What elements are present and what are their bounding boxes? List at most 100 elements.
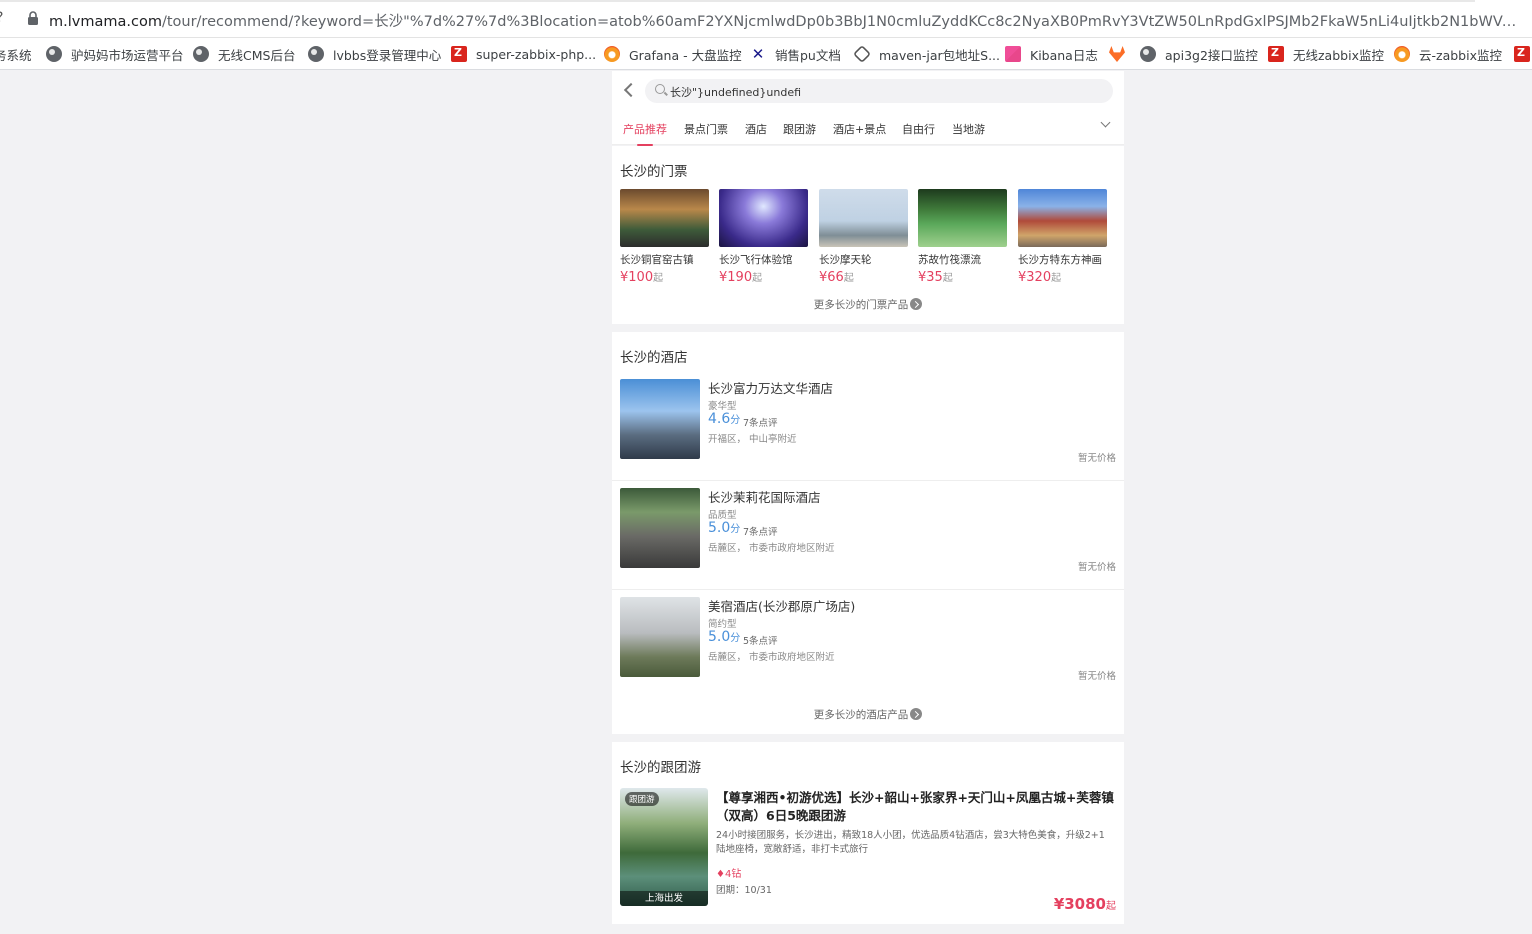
tab-free-travel[interactable]: 自由行 [902, 121, 935, 137]
top-nav: 长沙"}undefined}undefi 产品推荐 景点门票 酒店 跟团游 酒店… [612, 71, 1124, 146]
tours-section: 长沙的跟团游 跟团游 上海出发 【尊享湘西•初游优选】长沙+韶山+张家界+天门山… [612, 742, 1124, 924]
ticket-card[interactable]: 苏故竹筏漂流 ¥35起 [918, 189, 1007, 285]
url-path: /tour/recommend/?keyword=长沙"%7d%27%7d%3B… [161, 14, 1519, 30]
hotel-name: 美宿酒店(长沙郡原广场店) [708, 599, 856, 614]
bookmark-11[interactable]: 无线zabbix监控 [1268, 45, 1384, 63]
chevron-right-icon [910, 298, 923, 310]
search-input[interactable]: 长沙"}undefined}undefi [645, 79, 1113, 103]
hotel-type: 豪华型 [708, 401, 737, 412]
bookmark-12[interactable]: 云-zabbix监控 [1394, 45, 1502, 63]
url-text[interactable]: m.lvmama.com/tour/recommend/?keyword=长沙"… [49, 10, 1519, 31]
bookmark-3[interactable]: lvbbs登录管理中心 [308, 45, 441, 63]
bookmark-8[interactable]: Kibana日志 [1005, 45, 1098, 63]
ticket-image [819, 189, 908, 247]
ticket-card[interactable]: 长沙飞行体验馆 ¥190起 [719, 189, 808, 285]
ticket-card[interactable]: 长沙铜官窑古镇 ¥100起 [620, 189, 709, 285]
globe-icon [1140, 46, 1156, 62]
lock-icon[interactable] [27, 11, 39, 25]
ticket-image [719, 189, 808, 247]
tab-local-tour[interactable]: 当地游 [952, 121, 985, 137]
gitlab-icon [1109, 46, 1125, 62]
ticket-name: 长沙铜官窑古镇 [620, 254, 694, 266]
ticket-card[interactable]: 长沙方特东方神画 ¥320起 [1018, 189, 1107, 285]
ticket-image [1018, 189, 1107, 247]
mobile-page: 长沙"}undefined}undefi 产品推荐 景点门票 酒店 跟团游 酒店… [612, 71, 1124, 934]
chevron-down-icon[interactable] [1100, 117, 1111, 128]
hotel-type: 简约型 [708, 619, 737, 630]
bookmark-label: Grafana - 大盘监控 [629, 47, 742, 63]
tab-tickets[interactable]: 景点门票 [684, 121, 728, 137]
bookmark-13[interactable] [1514, 45, 1532, 63]
hotel-price: 暂无价格 [1077, 453, 1116, 464]
bookmark-label: 无线CMS后台 [218, 47, 296, 63]
more-hotels-link[interactable]: 更多长沙的酒店产品 [612, 707, 1124, 722]
ticket-price: ¥66起 [819, 270, 854, 285]
ticket-card[interactable]: 长沙摩天轮 ¥66起 [819, 189, 908, 285]
ticket-price: ¥100起 [620, 270, 664, 285]
bookmark-5[interactable]: Grafana - 大盘监控 [604, 45, 742, 63]
bookmark-1[interactable]: 驴妈妈市场运营平台 [46, 45, 184, 63]
bookmark-label: maven-jar包地址S... [879, 47, 1000, 63]
diamond-icon: ♦ [716, 869, 725, 880]
hotel-reviews: 7条点评 [743, 527, 778, 538]
hotel-location: 岳麓区， 市委市政府地区附近 [708, 652, 835, 663]
bookmark-4[interactable]: super-zabbix-php... [451, 45, 596, 63]
hotels-section: 长沙的酒店 长沙富力万达文华酒店 豪华型 4.6分 7条点评 开福区， 中山亭附… [612, 332, 1124, 734]
search-icon [655, 84, 665, 94]
bookmarks-bar: 务系统 驴妈妈市场运营平台 无线CMS后台 lvbbs登录管理中心 super-… [0, 38, 1532, 70]
tab-hotel[interactable]: 酒店 [745, 121, 767, 137]
bookmark-label: 云-zabbix监控 [1419, 47, 1502, 63]
chevron-right-icon [910, 708, 923, 720]
tickets-section: 长沙的门票 长沙铜官窑古镇 ¥100起 长沙飞行体验馆 ¥190起 长沙摩天轮 … [612, 146, 1124, 324]
bookmark-label: api3g2接口监控 [1165, 47, 1258, 63]
tab-hotel-scenic[interactable]: 酒店+景点 [833, 121, 886, 137]
ticket-name: 长沙飞行体验馆 [719, 254, 793, 266]
x-icon: ✕ [751, 45, 765, 63]
address-bar[interactable]: ? m.lvmama.com/tour/recommend/?keyword=长… [0, 0, 1532, 38]
bookmark-0[interactable]: 务系统 [0, 45, 32, 63]
hotel-item[interactable]: 长沙富力万达文华酒店 豪华型 4.6分 7条点评 开福区， 中山亭附近 暂无价格 [612, 372, 1124, 481]
more-tickets-link[interactable]: 更多长沙的门票产品 [612, 297, 1124, 312]
bookmark-10[interactable]: api3g2接口监控 [1140, 45, 1258, 63]
hotel-price: 暂无价格 [1077, 562, 1116, 573]
tab-group-tour[interactable]: 跟团游 [783, 121, 816, 137]
tour-price: ¥3080起 [1053, 895, 1116, 913]
grafana-icon [1394, 46, 1410, 62]
category-tabs: 产品推荐 景点门票 酒店 跟团游 酒店+景点 自由行 当地游 [612, 117, 1124, 146]
ticket-name: 苏故竹筏漂流 [918, 254, 981, 266]
hotel-item[interactable]: 美宿酒店(长沙郡原广场店) 简约型 5.0分 5条点评 岳麓区， 市委市政府地区… [612, 590, 1124, 699]
ticket-image [918, 189, 1007, 247]
section-title: 长沙的酒店 [620, 350, 688, 366]
hotel-score: 5.0分 [708, 629, 741, 645]
bookmark-label: super-zabbix-php... [476, 46, 597, 62]
back-arrow-icon[interactable] [623, 82, 639, 98]
hotel-image [620, 379, 700, 459]
globe-icon [46, 46, 62, 62]
bookmark-9[interactable] [1109, 45, 1134, 63]
ticket-price: ¥35起 [918, 270, 953, 285]
bookmark-6[interactable]: ✕ 销售pu文档 [750, 45, 841, 63]
bookmark-7[interactable]: maven-jar包地址S... [852, 44, 1000, 64]
tour-badge: 跟团游 [625, 792, 659, 806]
zabbix-icon [1268, 46, 1284, 62]
bookmark-label: Kibana日志 [1030, 47, 1098, 63]
bookmark-label: 驴妈妈市场运营平台 [71, 47, 184, 63]
hotel-name: 长沙茉莉花国际酒店 [708, 490, 821, 505]
tour-date: 团期：10/31 [716, 885, 772, 896]
globe-icon [308, 46, 324, 62]
bookmark-2[interactable]: 无线CMS后台 [193, 45, 295, 63]
hotel-score: 4.6分 [708, 411, 741, 427]
ticket-name: 长沙方特东方神画 [1018, 254, 1102, 266]
ticket-price: ¥190起 [719, 270, 763, 285]
hotel-reviews: 5条点评 [743, 636, 778, 647]
kibana-icon [1005, 46, 1021, 62]
bookmark-label: 无线zabbix监控 [1293, 47, 1384, 63]
hex-icon [852, 44, 872, 64]
bookmark-label: 务系统 [0, 47, 32, 63]
hotel-reviews: 7条点评 [743, 418, 778, 429]
hotel-item[interactable]: 长沙茉莉花国际酒店 品质型 5.0分 7条点评 岳麓区， 市委市政府地区附近 暂… [612, 481, 1124, 590]
tab-recommend[interactable]: 产品推荐 [623, 121, 667, 146]
grafana-icon [604, 46, 620, 62]
ticket-image [620, 189, 709, 247]
ticket-price: ¥320起 [1018, 270, 1062, 285]
